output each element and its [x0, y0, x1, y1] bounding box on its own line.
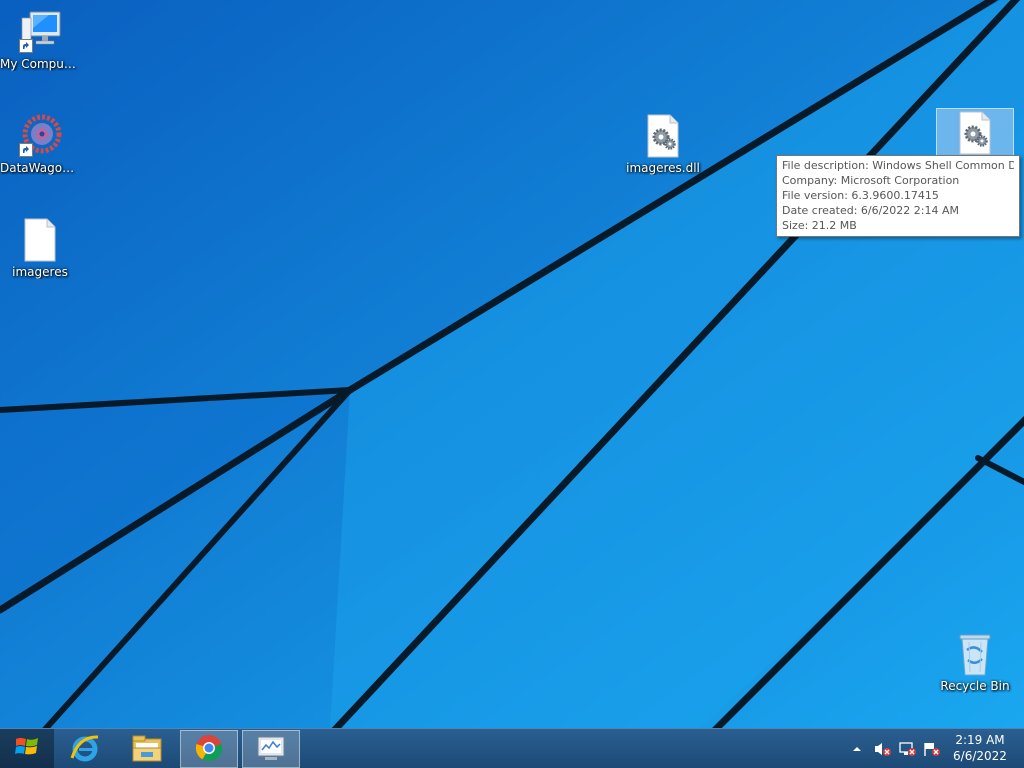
desktop-icon-recycle-bin[interactable]: Recycle Bin	[935, 630, 1015, 693]
tooltip-file-version: File version: 6.3.9600.17415	[782, 189, 939, 202]
wallpaper	[0, 0, 1024, 728]
taskbar-button-monitor-app[interactable]	[242, 730, 300, 768]
clock-time: 2:19 AM	[955, 733, 1005, 747]
show-hidden-icons-chevron[interactable]	[850, 729, 864, 768]
chrome-icon	[194, 733, 224, 766]
taskbar-button-file-explorer[interactable]	[118, 730, 176, 768]
desktop-icon-selected-dll[interactable]	[935, 108, 1015, 160]
desktop-icon-imageres[interactable]: imageres	[0, 216, 80, 279]
network-disconnected-icon[interactable]	[897, 729, 917, 768]
desktop-icon-datawagon[interactable]: DataWagon...	[0, 112, 80, 175]
gear-app-icon	[16, 112, 64, 160]
action-center-flag-icon[interactable]	[921, 729, 941, 768]
desktop-icon-imageres-dll[interactable]: imageres.dll	[623, 112, 703, 175]
taskbar-clock[interactable]: 2:19 AM 6/6/2022	[944, 732, 1016, 764]
blank-file-icon	[16, 216, 64, 264]
monitor-app-icon	[255, 733, 287, 766]
desktop-icon-label: Recycle Bin	[940, 679, 1010, 693]
desktop-icon-label: imageres.dll	[626, 161, 700, 175]
taskbar-button-chrome[interactable]	[180, 730, 238, 768]
desktop[interactable]: My Computer DataWagon... imageres imager…	[0, 0, 1024, 728]
shortcut-arrow-icon	[19, 39, 33, 53]
computer-icon	[16, 8, 64, 56]
desktop-icon-my-computer[interactable]: My Computer	[0, 8, 80, 71]
file-info-tooltip: File description: Windows Shell Common D…	[776, 155, 1020, 237]
internet-explorer-icon	[69, 732, 101, 767]
clock-date: 6/6/2022	[953, 749, 1007, 763]
dll-file-icon	[639, 112, 687, 160]
desktop-icon-label: My Computer	[0, 57, 80, 71]
file-explorer-icon	[131, 733, 163, 766]
tooltip-size: Size: 21.2 MB	[782, 219, 857, 232]
taskbar-button-internet-explorer[interactable]	[56, 730, 114, 768]
shortcut-arrow-icon	[19, 143, 33, 157]
windows-logo-icon	[14, 735, 40, 762]
tooltip-company: Company: Microsoft Corporation	[782, 174, 960, 187]
recycle-bin-icon	[951, 630, 999, 678]
volume-muted-icon[interactable]	[872, 729, 892, 768]
taskbar: 2:19 AM 6/6/2022	[0, 728, 1024, 768]
desktop-icon-label: DataWagon...	[0, 161, 80, 175]
start-button[interactable]	[0, 729, 54, 768]
dll-file-icon	[936, 108, 1014, 160]
tooltip-file-description: File description: Windows Shell Common D…	[782, 159, 1014, 172]
desktop-icon-label: imageres	[12, 265, 68, 279]
tooltip-date-created: Date created: 6/6/2022 2:14 AM	[782, 204, 960, 217]
